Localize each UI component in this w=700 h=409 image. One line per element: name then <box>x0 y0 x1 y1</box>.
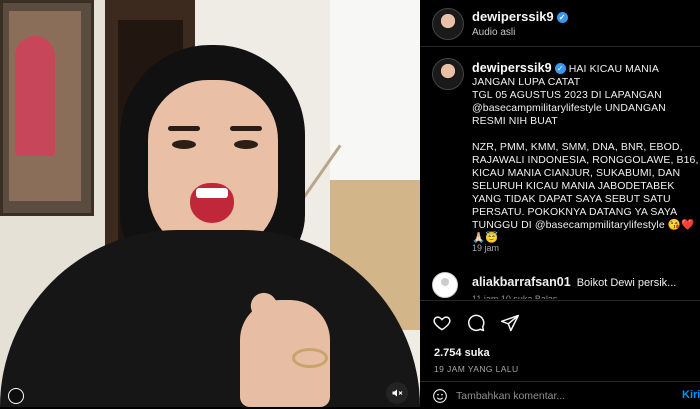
commenter-username[interactable]: aliakbarrafsan01 <box>472 275 571 289</box>
audio-label[interactable]: Audio asli <box>472 27 515 38</box>
tagged-user-icon[interactable] <box>8 388 24 404</box>
post-comment-button[interactable]: Kirim <box>682 389 700 401</box>
emoji-button[interactable] <box>432 388 448 404</box>
comment-icon <box>468 314 485 332</box>
post-time: 19 JAM YANG LALU <box>434 364 519 374</box>
caption-line-3: NZR, PMM, KMM, SMM, DNA, BNR, EBOD, RAJA… <box>472 141 699 244</box>
comment-input[interactable] <box>456 388 656 404</box>
share-button[interactable] <box>500 313 520 333</box>
comment-meta: 11 jam 10 suka Balas <box>472 294 558 299</box>
caption-avatar[interactable] <box>432 58 464 90</box>
wall-portrait <box>0 0 94 216</box>
post-header: dewiperssik9 ✓ Audio asli <box>420 0 700 47</box>
person-face <box>148 80 278 255</box>
speaker-muted-icon <box>392 389 403 397</box>
verified-badge-icon: ✓ <box>554 63 566 74</box>
caption-username[interactable]: dewiperssik9 <box>472 61 552 75</box>
video-player[interactable] <box>0 0 420 407</box>
caption-timestamp: 19 jam <box>472 243 500 253</box>
like-button[interactable] <box>432 313 452 333</box>
mute-button[interactable] <box>386 382 408 404</box>
commenter-avatar[interactable] <box>432 272 458 298</box>
comment-text: Boikot Dewi persik... <box>576 277 677 289</box>
like-count[interactable]: 2.754 suka <box>434 347 490 359</box>
author-avatar[interactable] <box>432 8 464 40</box>
comment-button[interactable] <box>466 313 486 333</box>
caption-line-2: TGL 05 AGUSTUS 2023 DI LAPANGAN @basecam… <box>472 89 666 127</box>
post-actions: 2.754 suka 19 JAM YANG LALU Kirim <box>420 300 700 408</box>
post-panel: dewiperssik9 ✓ Audio asli dewiperssik9 ✓ H… <box>420 0 700 408</box>
verified-badge-icon: ✓ <box>556 12 568 23</box>
caption-text: dewiperssik9 ✓ HAI KICAU MANIA JANGAN LUP… <box>472 62 700 245</box>
heart-icon <box>433 316 451 331</box>
smiley-icon <box>433 389 447 403</box>
add-comment-bar: Kirim <box>420 381 700 409</box>
author-username[interactable]: dewiperssik9 <box>472 9 554 24</box>
paper-plane-icon <box>500 314 520 332</box>
